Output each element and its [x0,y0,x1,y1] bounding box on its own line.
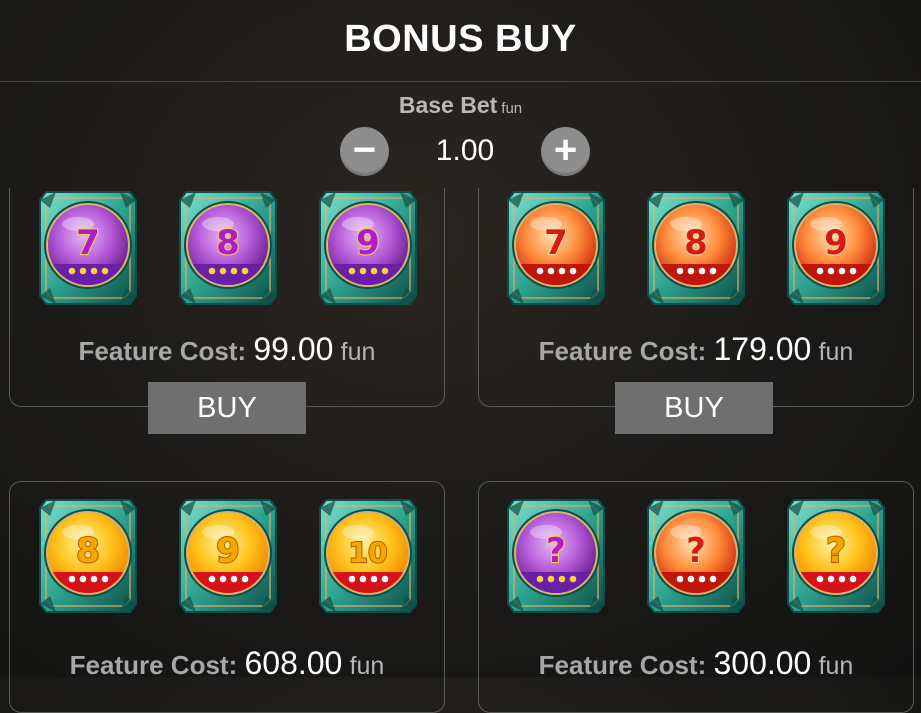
symbol-icon: 7 [36,188,140,308]
feature-cost-amount: 99.00 [253,331,334,367]
symbol-label: 7 [76,223,100,263]
symbol-label: 8 [76,531,100,571]
symbol-icon: 8 [36,496,140,616]
buy-button[interactable]: BUY [148,382,306,434]
feature-cost-amount: 608.00 [244,645,343,681]
symbol-row: 7 8 9 [36,188,422,308]
symbol-icon: 9 [176,496,280,616]
feature-cost: Feature Cost: 99.00 fun [10,331,444,368]
symbol-label: 9 [216,531,240,571]
symbol-label: ? [546,531,566,571]
feature-cost-label: Feature Cost: [538,650,707,680]
symbol-icon: ? [504,496,608,616]
minus-icon: − [352,127,377,172]
symbol-icon: ? [784,496,888,616]
feature-cost-label: Feature Cost: [538,336,707,366]
symbol-icon: ? [644,496,748,616]
feature-cost-currency: fun [818,338,854,366]
base-bet-text: Base Bet [398,92,498,118]
symbol-icon: 9 [784,188,888,308]
plus-icon: + [553,127,578,172]
feature-cost: Feature Cost: 179.00 fun [479,331,913,368]
symbol-label: 8 [684,223,708,263]
symbol-label: ? [826,531,846,571]
symbol-icon: 8 [176,188,280,308]
symbol-label: 9 [356,223,380,263]
buy-button[interactable]: BUY [615,382,773,434]
symbol-label: 7 [544,223,568,263]
feature-cost: Feature Cost: 608.00 fun [10,645,444,682]
feature-cost-label: Feature Cost: [78,336,247,366]
bet-value: 1.00 [435,134,495,167]
feature-cost-amount: 179.00 [713,331,812,367]
increase-bet-button[interactable]: + [541,127,590,176]
symbol-row: 8 9 10 [36,496,422,616]
symbol-label: 10 [349,536,388,569]
feature-panel-1: 7 8 9 Feature Cost: 99.00 fun [9,188,445,407]
symbol-row: ? ? ? [504,496,890,616]
symbol-label: 8 [216,223,240,263]
header: BONUS BUY [0,0,921,82]
symbol-row: 7 8 9 [504,188,890,308]
symbol-icon: 7 [504,188,608,308]
page-title: BONUS BUY [344,18,577,60]
base-bet-label: Base Bet fun [0,92,921,119]
feature-panel-2: 7 8 9 Feature Cost: 179.00 fun [478,188,914,407]
symbol-icon: 8 [644,188,748,308]
feature-panel-3: 8 9 10 Feature Cost: 608.00 fun [9,481,445,713]
symbol-icon: 10 [316,496,420,616]
feature-cost: Feature Cost: 300.00 fun [479,645,913,682]
decrease-bet-button[interactable]: − [340,127,389,176]
feature-cost-label: Feature Cost: [69,650,238,680]
feature-panel-4: ? ? ? Feature Cost: 300.00 fun [478,481,914,713]
feature-cost-currency: fun [818,652,854,680]
feature-cost-amount: 300.00 [713,645,812,681]
symbol-icon: 9 [316,188,420,308]
symbol-label: 9 [824,223,848,263]
symbol-label: ? [686,531,706,571]
base-bet-unit: fun [501,100,523,117]
feature-cost-currency: fun [349,652,385,680]
feature-cost-currency: fun [340,338,376,366]
